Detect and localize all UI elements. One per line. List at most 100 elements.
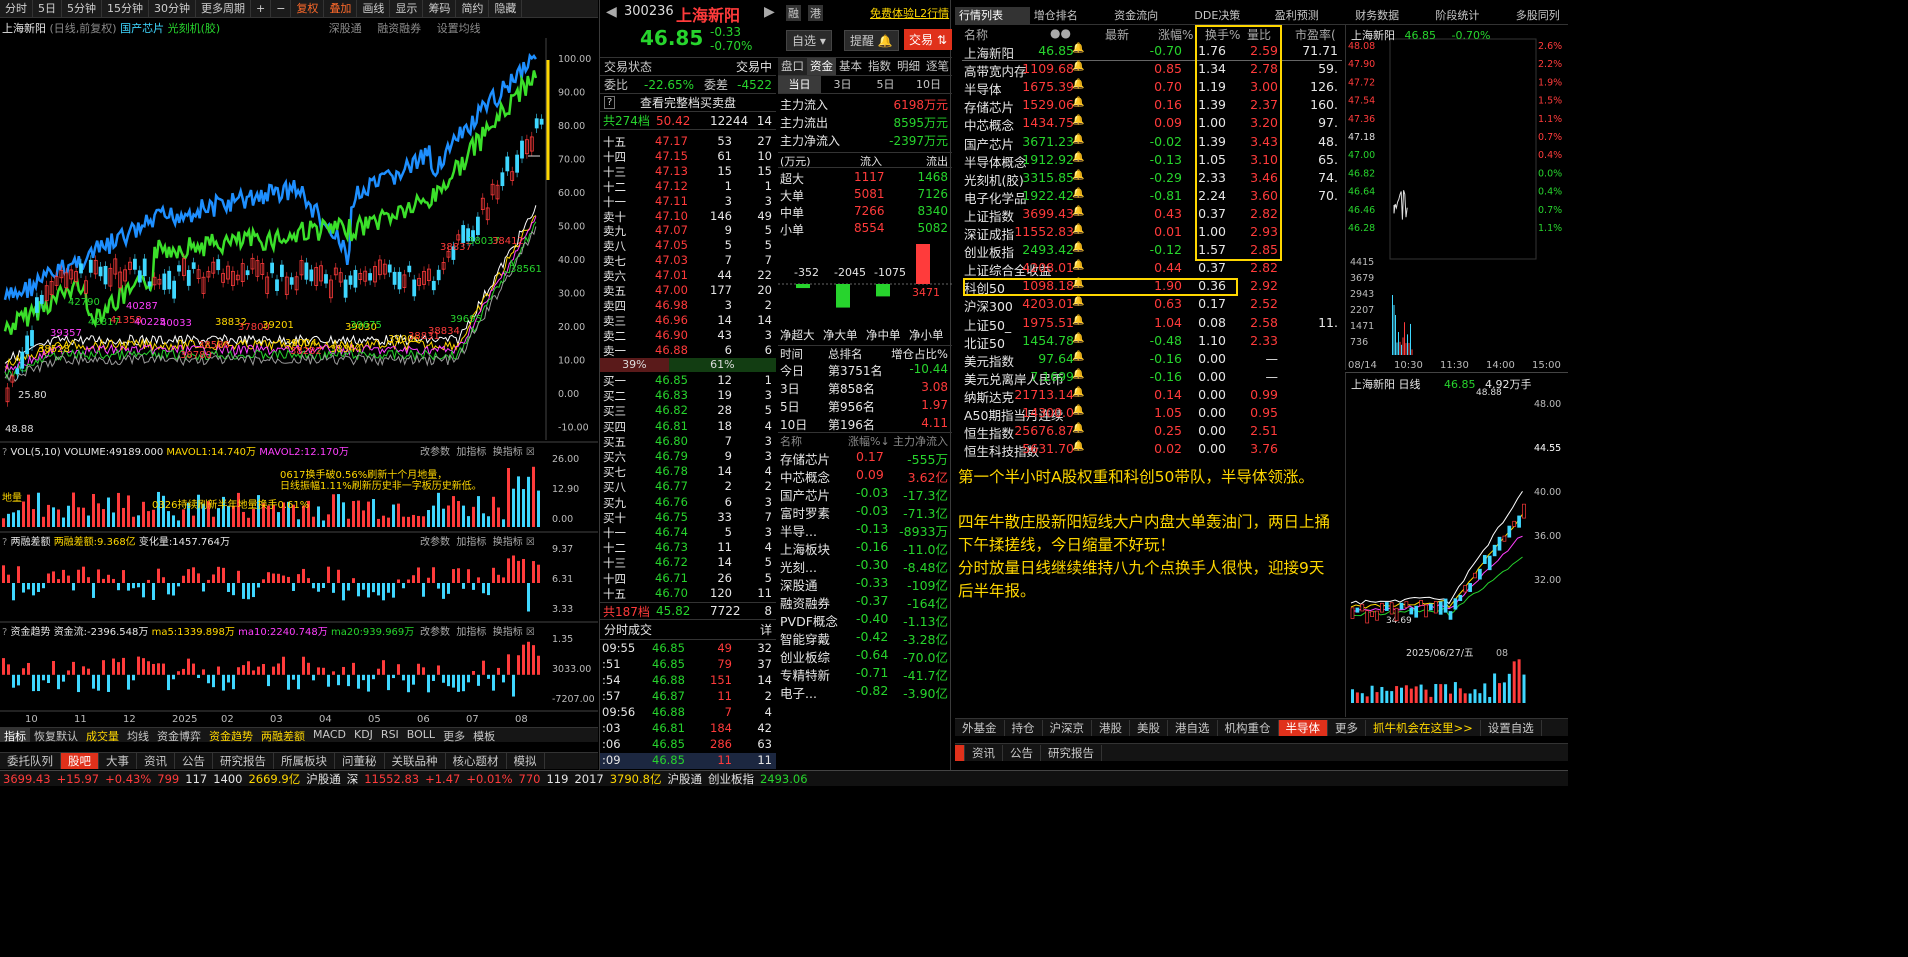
ticks-detail-button[interactable]: 详 — [760, 621, 772, 638]
ticker-item[interactable]: 沪股通 — [303, 771, 344, 786]
bottom-tab[interactable]: 研究报告 — [213, 753, 274, 769]
sector-tab[interactable]: 半导体 — [1278, 720, 1328, 736]
sector-tab[interactable]: 港股 — [1092, 720, 1130, 736]
prev-icon[interactable]: ◀ — [606, 4, 617, 20]
alert-button[interactable]: 提醒 🔔 — [844, 30, 899, 51]
sector-tab[interactable]: 美股 — [1130, 720, 1168, 736]
switch-indicator-button[interactable]: 换指标 — [493, 447, 523, 458]
list-tab[interactable]: 增仓排名 — [1030, 7, 1110, 24]
flow-tab[interactable]: 指数 — [865, 58, 894, 75]
switch-indicator-button[interactable]: 换指标 — [493, 537, 523, 548]
bottom-tab[interactable]: 大事 — [99, 753, 137, 769]
close-icon[interactable]: ☒ — [526, 537, 535, 548]
bottom-tab[interactable]: 核心题材 — [446, 753, 507, 769]
close-icon[interactable]: ☒ — [526, 447, 535, 458]
list-tab[interactable]: 资金流向 — [1110, 7, 1190, 24]
volume-bar — [507, 467, 510, 527]
bottom-tab[interactable]: 模拟 — [507, 753, 545, 769]
daily-candle — [1517, 515, 1521, 528]
flow-day-tab[interactable]: 10日 — [907, 76, 950, 93]
indicator-tab[interactable]: 恢复默认 — [30, 728, 82, 743]
daily-mini-chart[interactable]: 上海新阳 日线 46.85 4.92万手 48.00 44.55 40.00 36.0… — [1345, 372, 1568, 717]
bottom-tab[interactable]: 委托队列 — [0, 753, 61, 769]
indicator-tab[interactable]: BOLL — [403, 728, 439, 742]
next-icon[interactable]: ▶ — [764, 4, 775, 20]
flow-day-tab[interactable]: 当日 — [778, 76, 821, 93]
flow-tab[interactable]: 逐笔 — [923, 58, 952, 75]
indicator-tab[interactable]: RSI — [377, 728, 403, 742]
bottom-tab[interactable]: 关联品种 — [385, 753, 446, 769]
fund-bar — [442, 674, 445, 683]
sector-tab[interactable]: 机构重仓 — [1218, 720, 1279, 736]
full-book-row[interactable]: ? 查看完整档买卖盘 — [600, 94, 776, 112]
edit-param-button[interactable]: 改参数 — [420, 627, 450, 638]
sector-tab[interactable]: 沪深京 — [1043, 720, 1092, 736]
bottom-tab[interactable]: 资讯 — [137, 753, 175, 769]
add-watch-button[interactable]: 自选 ▾ — [786, 30, 832, 51]
indicator-tab[interactable]: 两融差额 — [257, 728, 309, 743]
flow-day-tab[interactable]: 3日 — [821, 76, 864, 93]
indicator-tab[interactable]: MACD — [309, 728, 350, 742]
net-bar-value: -1075 — [874, 266, 906, 279]
list-tab[interactable]: 盈利预测 — [1271, 7, 1351, 24]
indicator-tab[interactable]: 资金趋势 — [205, 728, 257, 743]
intraday-mini-chart[interactable]: 上海新阳 46.85 -0.70% 48.08 47.90 47.72 47.54 47… — [1345, 25, 1568, 371]
indicator-tab[interactable]: 指标 — [0, 728, 30, 743]
bid-price: 46.72 — [655, 555, 688, 570]
hk-badge[interactable]: 港 — [808, 5, 823, 21]
indicator-tab[interactable]: 更多 — [439, 728, 469, 743]
l2-link[interactable]: 免费体验L2行情 — [870, 5, 949, 21]
margin-badge[interactable]: 融 — [786, 5, 801, 21]
settings-link[interactable]: 设置自选 — [1481, 720, 1542, 736]
sector-tab[interactable]: 港自选 — [1168, 720, 1218, 736]
ask-price: 47.13 — [655, 163, 688, 178]
indicator-tab[interactable]: 均线 — [123, 728, 153, 743]
switch-indicator-button[interactable]: 换指标 — [493, 627, 523, 638]
full-book-link[interactable]: 查看完整档买卖盘 — [640, 94, 736, 111]
news-tab[interactable]: 资讯 — [965, 745, 1003, 761]
help-icon[interactable]: ? — [604, 96, 616, 109]
edit-param-button[interactable]: 改参数 — [420, 447, 450, 458]
flow-tab[interactable]: 明细 — [894, 58, 923, 75]
ticker-item[interactable]: 沪股通 — [664, 771, 705, 786]
close-icon[interactable]: ☒ — [526, 627, 535, 638]
news-tab[interactable]: 公告 — [1003, 745, 1041, 761]
list-tab[interactable]: 财务数据 — [1351, 7, 1431, 24]
add-indicator-button[interactable]: 加指标 — [456, 537, 486, 548]
list-price: 46.85 — [1038, 43, 1074, 58]
bottom-tab[interactable]: 股吧 — [61, 753, 99, 769]
daily-candle — [1355, 607, 1360, 613]
list-pe: 126. — [1310, 79, 1338, 95]
sector-tab[interactable]: 持仓 — [1005, 720, 1043, 736]
indicator-tab[interactable]: 资金博弈 — [153, 728, 205, 743]
indicator-tab[interactable]: KDJ — [350, 728, 377, 742]
edit-param-button[interactable]: 改参数 — [420, 537, 450, 548]
fund-bar — [452, 674, 455, 688]
tick-price: 46.87 — [652, 689, 685, 703]
sector-tab[interactable]: 外基金 — [955, 720, 1005, 736]
bottom-tabs-left: 委托队列 股吧 大事 资讯 公告 研究报告 所属板块 问董秘 关联品种 核心题材… — [0, 752, 598, 769]
list-tab[interactable]: 阶段统计 — [1431, 7, 1511, 24]
news-tab[interactable]: 研究报告 — [1041, 745, 1102, 761]
bottom-tab[interactable]: 所属板块 — [274, 753, 335, 769]
list-tab[interactable]: 行情列表 — [955, 7, 1030, 24]
volume-bar — [182, 509, 185, 527]
fund-bar — [412, 674, 415, 685]
bottom-tab[interactable]: 问董秘 — [335, 753, 385, 769]
add-indicator-button[interactable]: 加指标 — [456, 447, 486, 458]
list-tab[interactable]: 多股同列 — [1512, 7, 1568, 24]
add-indicator-button[interactable]: 加指标 — [456, 627, 486, 638]
flow-tab[interactable]: 盘口 — [778, 58, 807, 75]
indicator-tab[interactable]: 成交量 — [82, 728, 123, 743]
promo-link[interactable]: 抓牛机会在这里>> — [1366, 720, 1481, 736]
daily-vol-bar — [1522, 674, 1526, 703]
trade-button[interactable]: 交易 ⇅ — [904, 29, 952, 50]
bottom-tab[interactable]: 公告 — [175, 753, 213, 769]
sector-tab[interactable]: 更多 — [1328, 720, 1366, 736]
ask-level-label: 十一 — [603, 194, 626, 209]
flow-day-tab[interactable]: 5日 — [864, 76, 907, 93]
indicator-tab[interactable]: 模板 — [469, 728, 499, 743]
list-tab[interactable]: DDE决策 — [1190, 7, 1270, 24]
flow-tab[interactable]: 资金 — [807, 58, 836, 75]
flow-tab[interactable]: 基本 — [836, 58, 865, 75]
